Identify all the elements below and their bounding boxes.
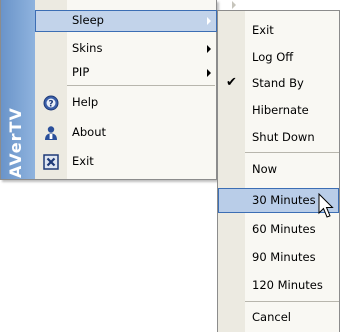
sleep-item-cancel[interactable]: Cancel	[218, 305, 339, 329]
menu-item-about[interactable]: About	[35, 122, 217, 144]
menu-top-edge	[35, 0, 236, 10]
brand-banner: AVerTV	[1, 0, 35, 179]
menu-item-label: About	[72, 125, 107, 139]
submenu-item-label: Now	[252, 162, 278, 176]
sleep-item-now[interactable]: Now	[218, 157, 339, 181]
sleep-item-hibernate[interactable]: Hibernate	[218, 98, 339, 122]
menu-item-label: Help	[72, 95, 99, 109]
mouse-pointer-icon	[318, 193, 334, 218]
menu-item-exit[interactable]: Exit	[35, 151, 217, 173]
menu-item-pip[interactable]: PIP	[35, 62, 217, 84]
menu-item-skins[interactable]: Skins	[35, 38, 217, 60]
sleep-item-stand-by[interactable]: ✔ Stand By	[218, 71, 339, 95]
user-icon	[45, 126, 57, 140]
sleep-item-90-minutes[interactable]: 90 Minutes	[218, 245, 339, 269]
submenu-arrow-icon	[207, 17, 211, 25]
submenu-separator	[245, 152, 339, 153]
brand-banner-text: AVerTV	[6, 107, 25, 178]
submenu-item-label: 120 Minutes	[252, 278, 323, 292]
menu-separator	[67, 85, 215, 86]
avertv-context-menu: AVerTV Sleep Skins PIP ? Help About Exit	[0, 0, 236, 180]
close-box-icon	[43, 154, 59, 170]
submenu-arrow-icon	[207, 69, 211, 77]
submenu-item-label: Exit	[252, 23, 274, 37]
sleep-item-shut-down[interactable]: Shut Down	[218, 125, 339, 149]
submenu-item-label: 30 Minutes	[252, 193, 316, 207]
help-icon: ?	[43, 95, 59, 111]
checkmark-icon: ✔	[226, 75, 237, 90]
submenu-item-label: Hibernate	[252, 103, 309, 117]
submenu-item-label: Log Off	[252, 50, 294, 64]
submenu-item-label: Stand By	[252, 76, 304, 90]
sleep-submenu: Exit Log Off ✔ Stand By Hibernate Shut D…	[217, 10, 340, 332]
sleep-item-exit[interactable]: Exit	[218, 18, 339, 42]
menu-item-label: PIP	[72, 65, 90, 79]
menu-item-label: Sleep	[72, 13, 104, 27]
submenu-item-label: Shut Down	[252, 130, 315, 144]
sleep-item-120-minutes[interactable]: 120 Minutes	[218, 273, 339, 297]
arrow-fragment-icon	[232, 1, 236, 9]
menu-item-help[interactable]: ? Help	[35, 92, 217, 114]
sleep-item-log-off[interactable]: Log Off	[218, 45, 339, 69]
submenu-item-label: 90 Minutes	[252, 250, 316, 264]
sleep-item-60-minutes[interactable]: 60 Minutes	[218, 217, 339, 241]
submenu-item-label: Cancel	[252, 310, 291, 324]
menu-item-label: Skins	[72, 41, 103, 55]
submenu-item-label: 60 Minutes	[252, 222, 316, 236]
submenu-arrow-icon	[207, 45, 211, 53]
submenu-separator	[245, 301, 339, 302]
svg-text:?: ?	[48, 100, 53, 110]
menu-item-label: Exit	[72, 154, 94, 168]
menu-item-sleep[interactable]: Sleep	[35, 10, 217, 32]
